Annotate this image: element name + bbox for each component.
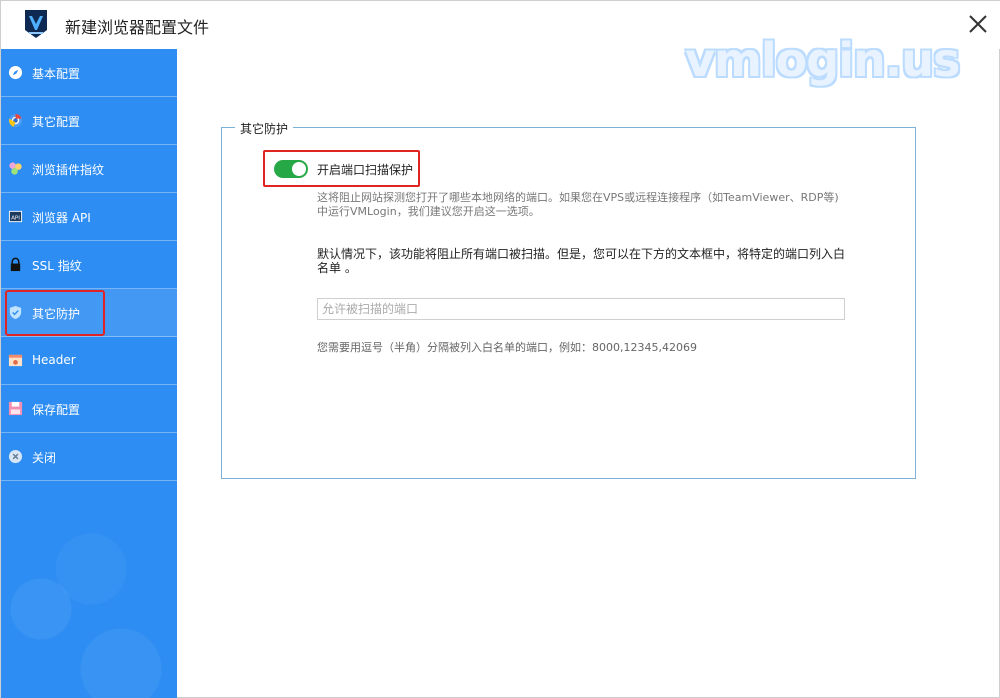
toggle-label: 开启端口扫描保护 xyxy=(317,163,414,177)
svg-text:API: API xyxy=(11,215,20,221)
sidebar-item-basic-config[interactable]: 基本配置 xyxy=(1,49,177,97)
sidebar-item-label: 关闭 xyxy=(32,451,57,465)
watermark: vmlogin.us xyxy=(685,33,960,87)
sidebar-item-label: 基本配置 xyxy=(32,67,81,81)
sidebar-item-ssl-fingerprint[interactable]: SSL 指纹 xyxy=(1,241,177,289)
toggle-description: 这将阻止网站探测您打开了哪些本地网络的端口。如果您在VPS或远程连接程序（如Te… xyxy=(317,191,839,218)
sidebar-item-label: SSL 指纹 xyxy=(32,259,82,273)
save-icon xyxy=(8,401,23,416)
lock-icon xyxy=(10,257,21,272)
sidebar: 基本配置 其它配置 浏览插件指纹 API 浏览器 API SSL 指纹 其它防护… xyxy=(1,49,177,698)
sidebar-item-plugin-fingerprint[interactable]: 浏览插件指纹 xyxy=(1,145,177,193)
compass-icon xyxy=(8,65,23,80)
header-icon xyxy=(8,354,23,367)
sidebar-item-label: 保存配置 xyxy=(32,403,81,417)
sidebar-item-label: 其它配置 xyxy=(32,115,81,129)
close-circle-icon xyxy=(8,449,23,464)
whitelist-ports-input[interactable] xyxy=(317,298,845,320)
sidebar-item-label: 浏览插件指纹 xyxy=(32,163,105,177)
api-icon: API xyxy=(8,210,23,223)
ports-hint-text: 您需要用逗号（半角）分隔被列入白名单的端口，例如：8000,12345,4206… xyxy=(317,341,697,354)
sidebar-item-header[interactable]: Header xyxy=(1,337,177,385)
sidebar-item-other-config[interactable]: 其它配置 xyxy=(1,97,177,145)
group-title: 其它防护 xyxy=(235,120,294,137)
chrome-icon xyxy=(8,113,23,128)
close-icon[interactable] xyxy=(963,9,993,39)
app-logo-icon xyxy=(25,10,47,38)
sidebar-item-close[interactable]: 关闭 xyxy=(1,433,177,481)
window-title: 新建浏览器配置文件 xyxy=(65,18,210,37)
toggle-knob xyxy=(292,162,306,176)
puzzle-icon xyxy=(9,162,22,175)
port-scan-protection-toggle[interactable] xyxy=(274,160,308,178)
sidebar-item-label: 浏览器 API xyxy=(32,211,91,225)
default-behavior-text: 默认情况下，该功能将阻止所有端口被扫描。但是，您可以在下方的文本框中，将特定的端… xyxy=(317,247,846,275)
sidebar-item-save-config[interactable]: 保存配置 xyxy=(1,385,177,433)
sidebar-item-browser-api[interactable]: API 浏览器 API xyxy=(1,193,177,241)
sidebar-highlight-box xyxy=(5,290,105,336)
profile-window: 新建浏览器配置文件 基本配置 其它配置 浏览插件指纹 API 浏览器 API S… xyxy=(0,0,1000,698)
sidebar-item-label: Header xyxy=(32,353,76,367)
